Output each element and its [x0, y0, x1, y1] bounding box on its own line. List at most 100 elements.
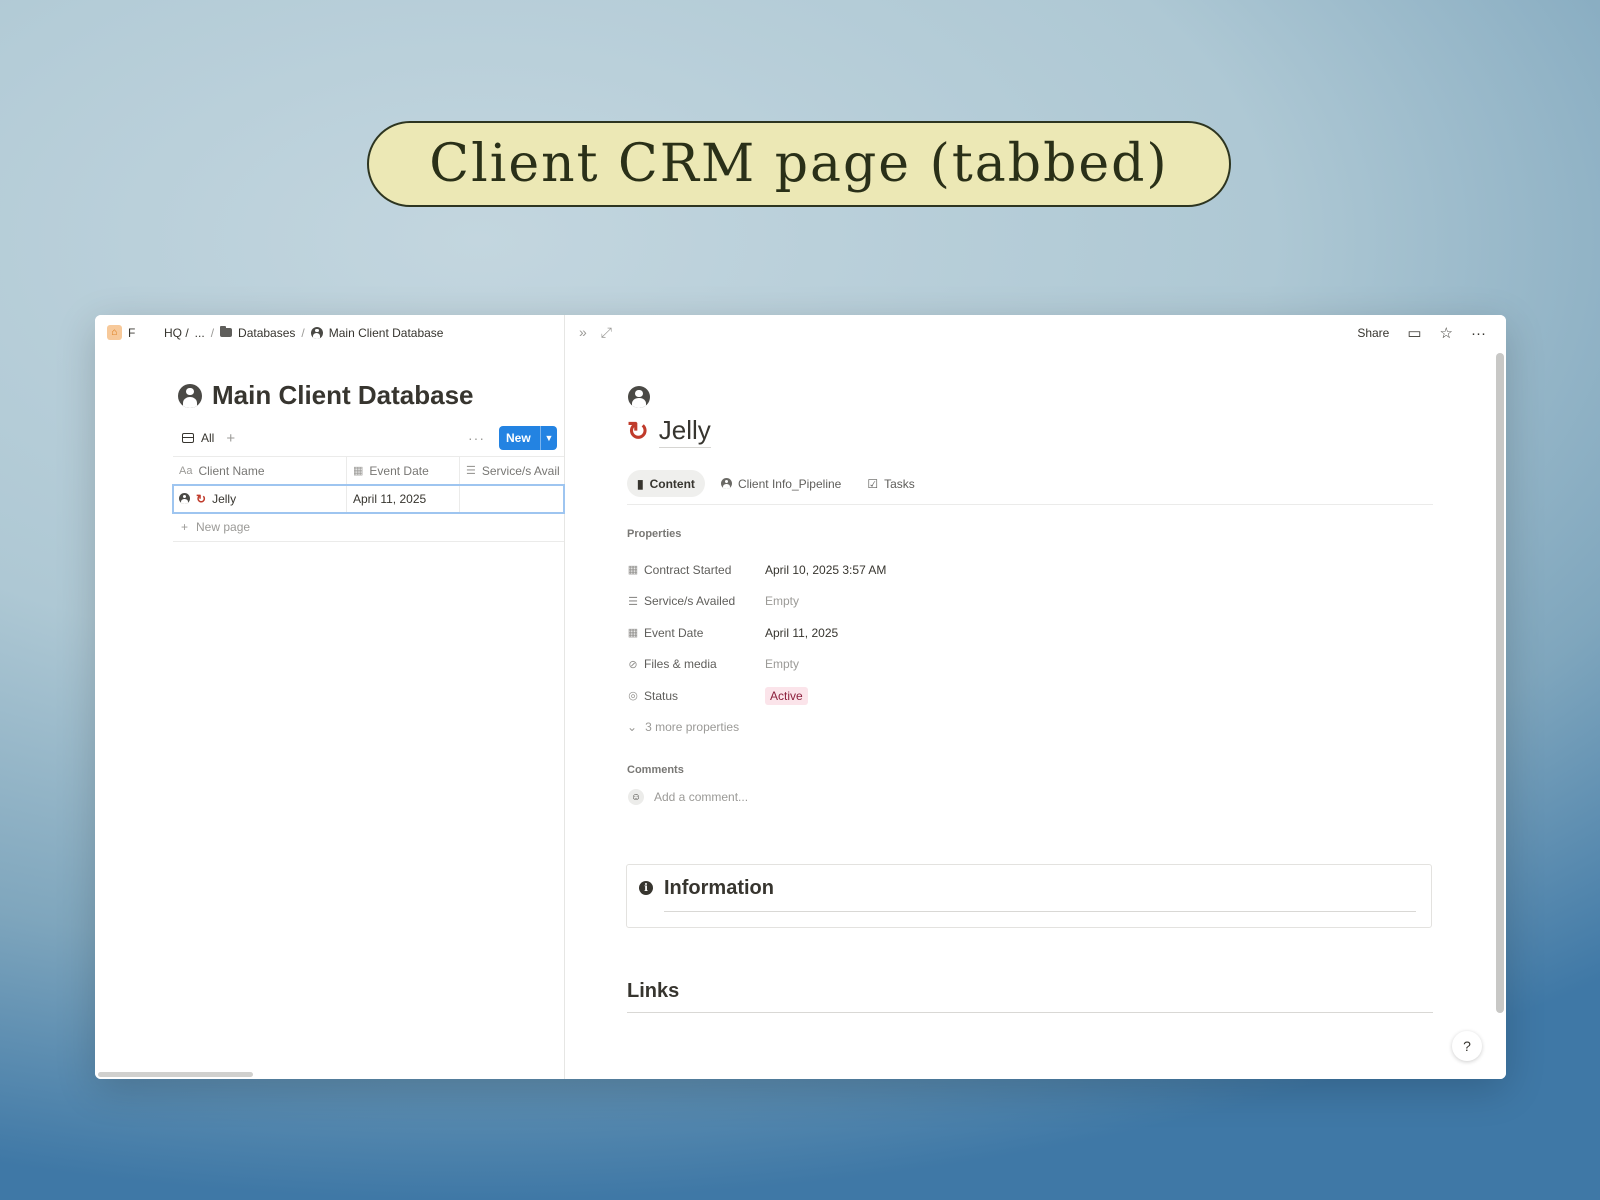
breadcrumb-main-client-database[interactable]: Main Client Database: [329, 326, 444, 340]
comment-input[interactable]: Add a comment...: [654, 790, 748, 804]
tab-label: Client Info_Pipeline: [737, 476, 842, 491]
breadcrumb-hq[interactable]: HQ /: [164, 326, 189, 340]
view-bar: All + ··· New ▼: [182, 426, 557, 450]
paperclip-icon: ⊘: [628, 658, 638, 671]
property-value[interactable]: Empty: [765, 594, 799, 608]
comment-input-row[interactable]: ☺ Add a comment...: [628, 789, 748, 805]
table-header: Aa Client Name ▦ Event Date ☰ Service/s …: [173, 456, 564, 485]
new-page-row[interactable]: + New page: [173, 513, 564, 542]
cell-services[interactable]: [460, 485, 564, 512]
properties-label: Properties: [627, 528, 682, 540]
cell-event-date[interactable]: April 11, 2025: [347, 485, 460, 512]
breadcrumb-separator: /: [210, 325, 215, 340]
database-title-row: Main Client Database: [178, 380, 474, 411]
home-icon[interactable]: ⌂: [107, 325, 122, 340]
calendar-icon: ▦: [353, 465, 364, 477]
chevron-down-icon: ⌄: [627, 719, 638, 734]
property-row[interactable]: ☰ Service/s Availed Empty: [627, 586, 886, 618]
person-icon: [178, 383, 202, 408]
calendar-icon: ▦: [627, 564, 639, 577]
tab-label: Tasks: [884, 476, 915, 491]
person-icon: [720, 478, 732, 489]
divider: [627, 1012, 1433, 1013]
page-title[interactable]: Jelly: [658, 415, 711, 448]
checklist-icon: ☑: [867, 476, 879, 491]
database-title[interactable]: Main Client Database: [212, 380, 474, 411]
tab-tasks[interactable]: ☑ Tasks: [857, 470, 924, 497]
chevron-down-icon[interactable]: ▼: [540, 426, 557, 450]
info-icon: i: [639, 881, 653, 895]
text-property-icon: Aa: [179, 464, 193, 477]
information-callout: i Information: [626, 864, 1432, 928]
peek-controls: » ⤢: [579, 324, 612, 341]
event-date-value: April 11, 2025: [353, 491, 427, 506]
more-options-icon[interactable]: ···: [1471, 325, 1486, 342]
tab-label: Content: [649, 476, 695, 491]
tab-content[interactable]: ▮ Content: [627, 470, 705, 497]
property-row[interactable]: ▦ Contract Started April 10, 2025 3:57 AM: [627, 554, 887, 586]
links-heading[interactable]: Links: [627, 980, 679, 1003]
divider: [664, 911, 1416, 912]
app-window: ⌂ F HQ / ... / Databases / Main Client D…: [95, 315, 1506, 1079]
column-header-event-date[interactable]: ▦ Event Date: [347, 457, 460, 484]
page-actions: Share ▭ ☆ ···: [1357, 324, 1486, 343]
property-row[interactable]: ▦ Event Date April 11, 2025: [627, 617, 886, 649]
column-label: Client Name: [198, 463, 265, 478]
database-pane: ⌂ F HQ / ... / Databases / Main Client D…: [95, 315, 565, 1079]
share-button[interactable]: Share: [1357, 326, 1389, 340]
expand-icon[interactable]: ⤢: [601, 324, 612, 341]
more-properties-toggle[interactable]: ⌄ 3 more properties: [627, 712, 886, 742]
property-key: Files & media: [644, 657, 717, 672]
folder-icon: [220, 326, 233, 337]
list-icon: ☰: [628, 595, 638, 608]
document-icon: ▮: [637, 476, 644, 491]
comment-icon[interactable]: ▭: [1407, 324, 1421, 342]
column-label: Service/s Avail: [481, 463, 560, 478]
property-key: Event Date: [644, 625, 704, 640]
property-row[interactable]: ◎ Status Active: [627, 680, 886, 712]
person-icon: [310, 326, 323, 339]
property-value[interactable]: April 10, 2025 3:57 AM: [765, 563, 886, 577]
banner-title: Client CRM page (tabbed): [367, 121, 1231, 207]
information-heading[interactable]: Information: [664, 877, 774, 900]
loop-arrow-icon: ↻: [196, 491, 207, 506]
cell-client-name[interactable]: ↻ Jelly: [173, 485, 347, 512]
close-peek-icon[interactable]: »: [579, 324, 587, 341]
help-icon: ?: [1463, 1038, 1471, 1054]
vertical-scrollbar[interactable]: [1496, 353, 1504, 1013]
property-key: Contract Started: [644, 562, 732, 577]
more-options-icon[interactable]: ···: [468, 430, 485, 446]
add-view-icon[interactable]: +: [226, 430, 235, 447]
list-icon: ☰: [466, 465, 476, 477]
plus-icon: +: [181, 520, 189, 534]
tab-client-info-pipeline[interactable]: Client Info_Pipeline: [711, 470, 851, 497]
property-value[interactable]: April 11, 2025: [765, 626, 838, 640]
view-tab-all[interactable]: All: [201, 431, 214, 445]
help-button[interactable]: ?: [1452, 1031, 1482, 1061]
property-value[interactable]: Empty: [765, 657, 799, 671]
breadcrumb-workspace[interactable]: F: [128, 326, 158, 340]
new-button-label: New: [506, 431, 531, 445]
avatar: ☺: [628, 789, 644, 805]
breadcrumb-ellipsis[interactable]: ...: [195, 326, 205, 340]
status-icon: ◎: [628, 690, 638, 703]
breadcrumb-databases[interactable]: Databases: [238, 326, 295, 340]
breadcrumb-separator: /: [301, 325, 305, 340]
person-icon[interactable]: [628, 386, 650, 408]
new-button[interactable]: New ▼: [499, 426, 557, 450]
column-header-client-name[interactable]: Aa Client Name: [173, 457, 347, 484]
property-row[interactable]: ⊘ Files & media Empty: [627, 649, 886, 681]
status-badge[interactable]: Active: [765, 686, 808, 705]
table-row[interactable]: ↻ Jelly April 11, 2025: [172, 484, 565, 514]
page-tabs: ▮ Content Client Info_Pipeline ☑ Tasks: [627, 470, 1433, 505]
loop-arrow-icon[interactable]: ↻: [627, 416, 649, 447]
horizontal-scrollbar[interactable]: [98, 1072, 253, 1077]
calendar-icon: ▦: [627, 627, 639, 640]
star-icon[interactable]: ☆: [1440, 324, 1453, 342]
property-key: Service/s Availed: [644, 594, 736, 609]
person-icon: [179, 493, 190, 504]
more-properties-label: 3 more properties: [645, 719, 740, 734]
column-header-services[interactable]: ☰ Service/s Avail: [460, 457, 564, 484]
property-key: Status: [644, 688, 679, 703]
column-label: Event Date: [369, 463, 429, 478]
